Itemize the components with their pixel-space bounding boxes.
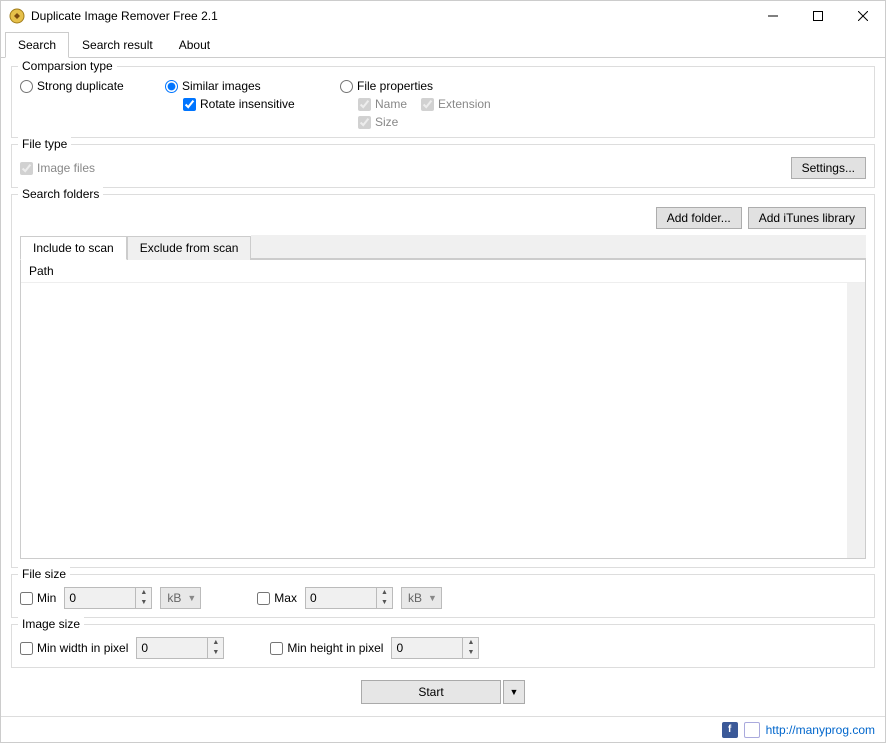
main-tabbar: Search Search result About (1, 31, 885, 58)
website-link[interactable]: http://manyprog.com (766, 723, 875, 737)
check-min-height[interactable]: Min height in pixel (270, 641, 383, 655)
comparsion-legend: Comparsion type (18, 59, 117, 73)
app-icon (9, 8, 25, 24)
radio-fileprops-label: File properties (357, 79, 433, 93)
path-list[interactable] (21, 283, 865, 558)
tab-include-scan[interactable]: Include to scan (20, 236, 127, 260)
check-name-label: Name (375, 97, 407, 111)
titlebar: Duplicate Image Remover Free 2.1 (1, 1, 885, 31)
min-height-input[interactable] (392, 639, 462, 657)
radio-similar-label: Similar images (182, 79, 261, 93)
close-button[interactable] (840, 1, 885, 31)
check-size: Size (358, 115, 398, 129)
max-label: Max (274, 591, 297, 605)
path-list-area: Path (20, 260, 866, 559)
start-button[interactable]: Start (361, 680, 501, 704)
spinner-up-icon[interactable]: ▲ (208, 638, 223, 648)
search-folders-group: Search folders Add folder... Add iTunes … (11, 194, 875, 568)
check-size-label: Size (375, 115, 398, 129)
spinner-down-icon[interactable]: ▼ (208, 648, 223, 658)
check-min-width[interactable]: Min width in pixel (20, 641, 128, 655)
minimize-button[interactable] (750, 1, 795, 31)
start-dropdown-button[interactable]: ▼ (503, 680, 525, 704)
tab-search-result[interactable]: Search result (69, 32, 166, 58)
image-size-group: Image size Min width in pixel ▲▼ Min hei… (11, 624, 875, 668)
min-width-label: Min width in pixel (37, 641, 128, 655)
maximize-button[interactable] (795, 1, 840, 31)
path-column-header[interactable]: Path (21, 260, 865, 283)
min-height-spinner[interactable]: ▲▼ (391, 637, 479, 659)
min-label: Min (37, 591, 56, 605)
chevron-down-icon: ▼ (428, 593, 437, 603)
radio-file-properties[interactable]: File properties (340, 79, 866, 93)
tab-exclude-scan[interactable]: Exclude from scan (127, 236, 252, 260)
check-extension: Extension (421, 97, 491, 111)
footer: f t http://manyprog.com (1, 716, 885, 742)
twitter-icon[interactable]: t (744, 722, 760, 738)
facebook-icon[interactable]: f (722, 722, 738, 738)
image-size-legend: Image size (18, 617, 84, 631)
min-height-label: Min height in pixel (287, 641, 383, 655)
add-itunes-button[interactable]: Add iTunes library (748, 207, 866, 229)
max-unit-label: kB (408, 591, 422, 605)
tab-about[interactable]: About (166, 32, 223, 58)
spinner-down-icon[interactable]: ▼ (463, 648, 478, 658)
check-name: Name (358, 97, 407, 111)
check-image-files: Image files (20, 161, 95, 175)
max-size-unit-combo[interactable]: kB ▼ (401, 587, 442, 609)
radio-strong-duplicate[interactable]: Strong duplicate (20, 79, 145, 93)
window-controls (750, 1, 885, 31)
min-size-input[interactable] (65, 589, 135, 607)
min-unit-label: kB (167, 591, 181, 605)
min-width-spinner[interactable]: ▲▼ (136, 637, 224, 659)
max-size-input[interactable] (306, 589, 376, 607)
radio-similar-images[interactable]: Similar images (165, 79, 320, 93)
min-width-input[interactable] (137, 639, 207, 657)
check-image-files-label: Image files (37, 161, 95, 175)
start-row: Start ▼ (11, 674, 875, 710)
tab-search[interactable]: Search (5, 32, 69, 58)
max-size-spinner[interactable]: ▲▼ (305, 587, 393, 609)
min-size-spinner[interactable]: ▲▼ (64, 587, 152, 609)
radio-strong-label: Strong duplicate (37, 79, 124, 93)
filetype-legend: File type (18, 137, 71, 151)
add-folder-button[interactable]: Add folder... (656, 207, 742, 229)
scan-tabbar: Include to scan Exclude from scan (20, 235, 866, 260)
settings-button[interactable]: Settings... (791, 157, 866, 179)
search-folders-legend: Search folders (18, 187, 103, 201)
chevron-down-icon: ▼ (187, 593, 196, 603)
spinner-up-icon[interactable]: ▲ (136, 588, 151, 598)
spinner-up-icon[interactable]: ▲ (463, 638, 478, 648)
chevron-down-icon: ▼ (510, 687, 519, 697)
min-size-unit-combo[interactable]: kB ▼ (160, 587, 201, 609)
file-size-group: File size Min ▲▼ kB ▼ Max ▲▼ (11, 574, 875, 618)
check-min-size[interactable]: Min (20, 591, 56, 605)
check-extension-label: Extension (438, 97, 491, 111)
spinner-down-icon[interactable]: ▼ (136, 598, 151, 608)
check-rotate-insensitive[interactable]: Rotate insensitive (165, 97, 320, 111)
check-max-size[interactable]: Max (257, 591, 297, 605)
comparsion-type-group: Comparsion type Strong duplicate Similar… (11, 66, 875, 138)
window-title: Duplicate Image Remover Free 2.1 (31, 9, 750, 23)
spinner-down-icon[interactable]: ▼ (377, 598, 392, 608)
check-rotate-label: Rotate insensitive (200, 97, 295, 111)
file-type-group: File type Image files Settings... (11, 144, 875, 188)
content-area: Comparsion type Strong duplicate Similar… (1, 58, 885, 716)
file-size-legend: File size (18, 567, 70, 581)
spinner-up-icon[interactable]: ▲ (377, 588, 392, 598)
